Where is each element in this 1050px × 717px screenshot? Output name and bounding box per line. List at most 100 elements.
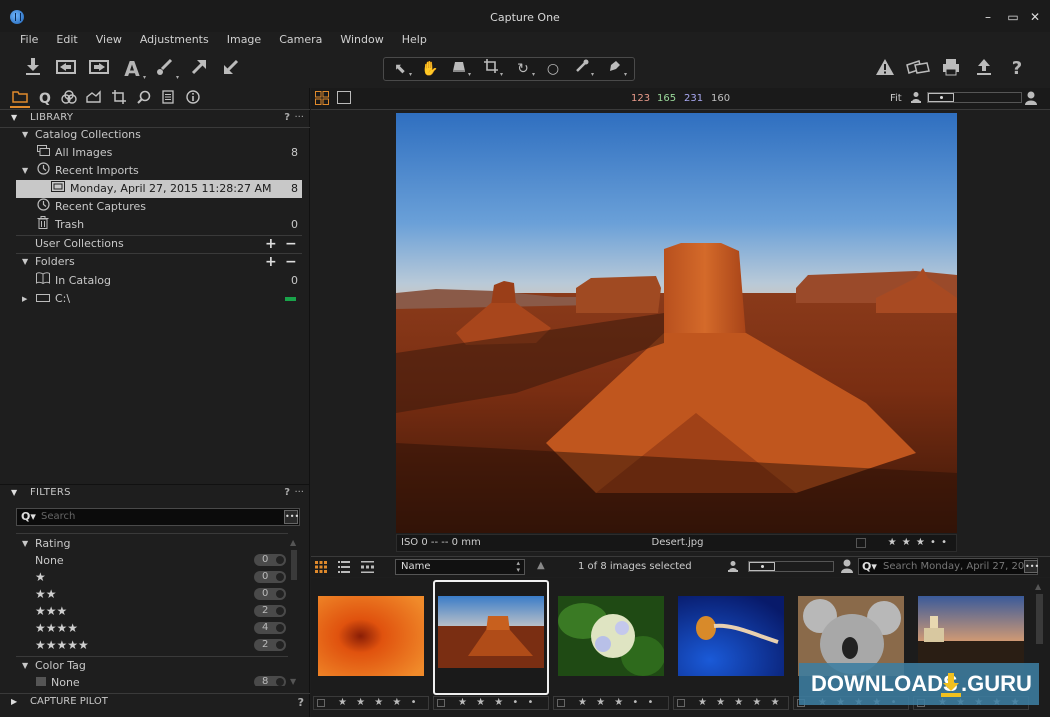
grid-view-icon[interactable] (315, 561, 327, 576)
thumbnail-size-slider[interactable] (748, 561, 834, 572)
remove-folder-button[interactable]: − (285, 255, 297, 269)
search-dropdown-icon[interactable]: Q▾ (862, 560, 877, 573)
rating-count-toggle[interactable]: 0 (254, 571, 286, 583)
rating-filter-3[interactable]: ★★★ 2 (16, 603, 290, 620)
all-images-row[interactable]: All Images 8 (16, 144, 302, 162)
filmstrip-view-icon[interactable] (361, 561, 374, 576)
expand-triangle-icon[interactable]: ▼ (22, 253, 28, 271)
exposure-tab-icon[interactable] (84, 90, 104, 108)
pan-hand-icon[interactable]: ✋ (418, 59, 442, 79)
next-variant-icon[interactable] (87, 57, 111, 81)
main-image-viewer[interactable] (396, 113, 957, 533)
library-more-button[interactable]: ··· (294, 109, 304, 127)
text-annotation-icon[interactable]: A ▾ (120, 57, 146, 81)
color-tab-icon[interactable] (59, 90, 79, 108)
rating-count-toggle[interactable]: 2 (254, 639, 286, 651)
browser-search-field[interactable]: Q▾ Search Monday, April 27, 20 (858, 558, 1038, 575)
sort-select[interactable]: Name ▴ ▾ (395, 559, 525, 575)
image-star-rating[interactable]: ★ ★ ★ • • (888, 535, 948, 551)
library-tab-icon[interactable] (10, 90, 30, 108)
library-header[interactable]: ▼ LIBRARY ? ··· (0, 109, 310, 127)
menu-help[interactable]: Help (402, 32, 427, 50)
close-button[interactable]: ✕ (1027, 10, 1043, 24)
folders-row[interactable]: ▼ Folders (16, 253, 302, 271)
brush-icon[interactable]: ▾ (153, 57, 179, 81)
browser-search-options-button[interactable]: ••• (1024, 560, 1039, 573)
rating-filter-5[interactable]: ★★★★★ 2 (16, 637, 290, 654)
drive-c-row[interactable]: ▶ C:\ (16, 290, 302, 308)
chrysanthemum-thumb[interactable] (313, 580, 429, 695)
info-tab-icon[interactable] (183, 90, 203, 108)
expand-triangle-icon[interactable]: ▼ (22, 126, 28, 144)
expand-triangle-icon[interactable]: ▼ (22, 162, 28, 180)
collapse-triangle-icon[interactable]: ▼ (11, 484, 17, 502)
filters-more-button[interactable]: ··· (294, 484, 304, 502)
thumb-rating-bar[interactable]: ★ ★ ★ ★ ★ (673, 696, 789, 710)
lens-crop-tab-icon[interactable] (109, 90, 129, 108)
catalog-collections-row[interactable]: ▼ Catalog Collections (16, 126, 302, 144)
search-dropdown-icon[interactable]: Q▾ (21, 510, 36, 523)
recent-captures-row[interactable]: Recent Captures (16, 198, 302, 216)
recent-import-entry[interactable]: Monday, April 27, 2015 11:28:27 AM 8 (16, 180, 302, 198)
previous-variant-icon[interactable] (54, 57, 78, 81)
collapse-triangle-icon[interactable]: ▼ (11, 109, 17, 127)
filters-help-button[interactable]: ? (284, 484, 290, 502)
import-icon[interactable] (21, 57, 45, 81)
rating-count-toggle[interactable]: 0 (254, 554, 286, 566)
color-tag-checkbox[interactable] (856, 538, 866, 548)
rating-group-header[interactable]: ▼ Rating (16, 535, 290, 552)
remove-collection-button[interactable]: − (285, 237, 297, 251)
capture-pilot-header[interactable]: ▶ CAPTURE PILOT ? (0, 693, 310, 711)
filters-search-field[interactable]: Q▾ Search ••• (16, 508, 300, 526)
menu-window[interactable]: Window (340, 32, 383, 50)
color-tag-count-toggle[interactable]: 8 (254, 676, 286, 686)
color-tag-group-header[interactable]: ▼ Color Tag (16, 657, 290, 674)
add-collection-button[interactable]: + (265, 237, 277, 251)
sort-direction-icon[interactable]: ▲ (537, 560, 545, 571)
add-folder-button[interactable]: + (265, 255, 277, 269)
color-picker-icon[interactable]: ▾ (570, 59, 594, 79)
multi-view-icon[interactable] (315, 91, 329, 108)
rating-filter-2[interactable]: ★★ 0 (16, 586, 290, 603)
rating-filter-4[interactable]: ★★★★ 4 (16, 620, 290, 637)
jellyfish-thumb[interactable] (673, 580, 789, 695)
menu-image[interactable]: Image (227, 32, 261, 50)
print-icon[interactable] (939, 57, 963, 81)
local-adjust-icon[interactable]: ▾ (603, 59, 627, 79)
crop-icon[interactable]: ▾ (479, 59, 503, 79)
thumb-rating-bar[interactable]: ★ ★ ★ • • (553, 696, 669, 710)
zoom-slider[interactable] (927, 92, 1022, 103)
rating-count-toggle[interactable]: 4 (254, 622, 286, 634)
search-options-button[interactable]: ••• (284, 510, 299, 524)
in-catalog-row[interactable]: In Catalog 0 (16, 272, 302, 290)
list-view-icon[interactable] (338, 561, 350, 576)
rating-count-toggle[interactable]: 2 (254, 605, 286, 617)
desert-thumb[interactable] (433, 580, 549, 695)
capture-pilot-help-button[interactable]: ? (298, 696, 304, 709)
expand-triangle-icon[interactable]: ▶ (11, 697, 17, 706)
thumb-rating-bar[interactable]: ★ ★ ★ ★ • (313, 696, 429, 710)
expand-triangle-icon[interactable]: ▼ (22, 657, 28, 674)
expand-triangle-icon[interactable]: ▼ (22, 535, 28, 552)
circle-spot-icon[interactable]: ○ (541, 59, 565, 79)
export-icon[interactable] (972, 57, 996, 81)
trash-row[interactable]: Trash 0 (16, 216, 302, 234)
thumb-rating-bar[interactable]: ★ ★ ★ • • (433, 696, 549, 710)
capture-tab-icon[interactable]: Q (35, 90, 55, 108)
menu-view[interactable]: View (96, 32, 122, 50)
library-help-button[interactable]: ? (284, 109, 290, 127)
user-collections-row[interactable]: User Collections (16, 235, 302, 253)
warning-icon[interactable] (873, 57, 897, 81)
rotate-icon[interactable]: ↻ ▾ (511, 59, 535, 79)
minimize-button[interactable]: – (980, 10, 996, 24)
filters-header[interactable]: ▼ FILTERS ? ··· (0, 484, 310, 502)
rating-filter-1[interactable]: ★ 0 (16, 569, 290, 586)
rating-count-toggle[interactable]: 0 (254, 588, 286, 600)
hydrangeas-thumb[interactable] (553, 580, 669, 695)
color-tag-filter-none[interactable]: None 8 (16, 674, 290, 686)
menu-file[interactable]: File (20, 32, 38, 50)
metadata-tab-icon[interactable] (158, 90, 178, 108)
menu-edit[interactable]: Edit (56, 32, 77, 50)
filters-scrollbar[interactable]: ▲ ▼ (290, 538, 298, 686)
details-tab-icon[interactable] (134, 90, 154, 108)
